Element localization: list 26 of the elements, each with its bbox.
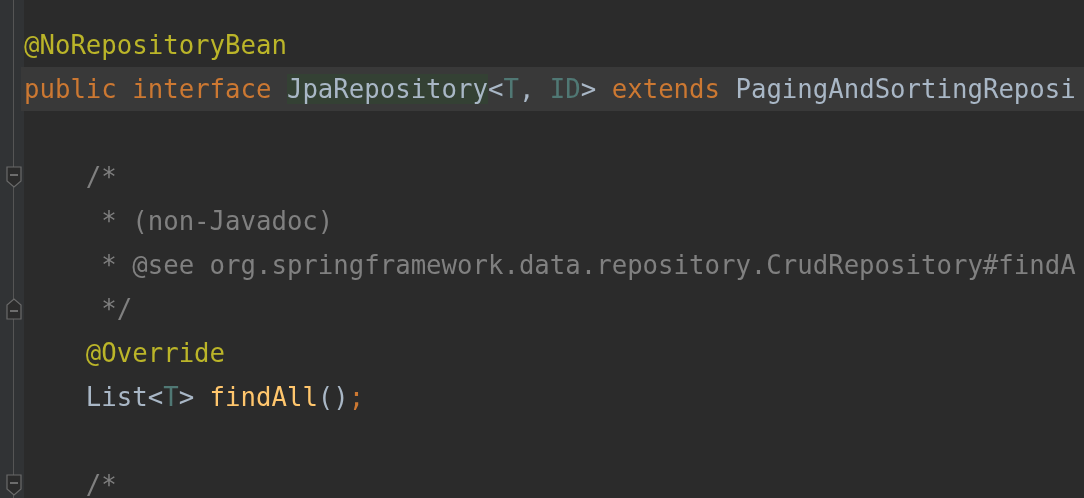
keyword: ; bbox=[348, 382, 365, 412]
fold-icon[interactable] bbox=[6, 474, 22, 496]
code-text: PagingAndSortingReposi bbox=[735, 74, 1076, 104]
class-name: JpaRepository bbox=[286, 74, 488, 104]
keyword: extends bbox=[611, 74, 720, 104]
fold-icon[interactable] bbox=[6, 298, 22, 320]
code-text: > bbox=[178, 382, 195, 412]
code-text: > bbox=[580, 74, 597, 104]
annotation: @Override bbox=[84, 338, 226, 368]
code-text: () bbox=[317, 382, 349, 412]
comment: * (non-Javadoc) bbox=[100, 206, 334, 236]
keyword: public bbox=[24, 74, 117, 104]
type-parameter: ID bbox=[549, 74, 581, 104]
comment: */ bbox=[100, 294, 133, 324]
code-text: < bbox=[488, 74, 504, 104]
comment: /* bbox=[84, 162, 117, 192]
annotation: @NoRepositoryBean bbox=[24, 30, 287, 60]
code-text: List< bbox=[84, 382, 164, 412]
fold-icon[interactable] bbox=[6, 166, 22, 188]
code-text: , bbox=[518, 74, 535, 104]
keyword: interface bbox=[132, 74, 272, 104]
type-parameter: T bbox=[163, 382, 179, 412]
type-parameter: T bbox=[503, 74, 519, 104]
comment: /* bbox=[84, 470, 117, 498]
method-name: findAll bbox=[209, 382, 318, 412]
comment: * @see org.springframework.data.repository.CrudRepository#findA bbox=[100, 250, 1076, 280]
